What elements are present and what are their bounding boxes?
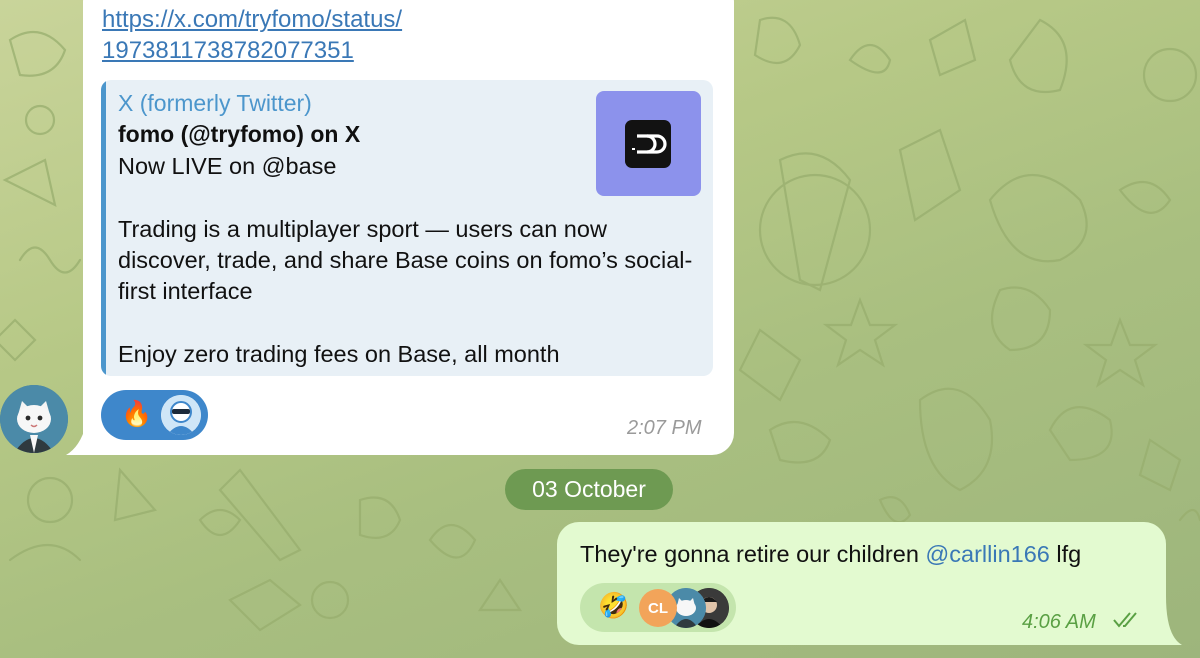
outgoing-message-text: They're gonna retire our children @carll… <box>580 541 1081 568</box>
preview-site-name: X (formerly Twitter) <box>118 90 312 116</box>
message-text-start: They're gonna retire our children <box>580 541 926 567</box>
outgoing-timestamp: 4:06 AM <box>1022 611 1096 633</box>
incoming-timestamp: 2:07 PM <box>627 417 702 439</box>
cat-avatar-icon[interactable] <box>0 385 68 453</box>
link-preview-card[interactable]: X (formerly Twitter) fomo (@tryfomo) on … <box>101 80 713 376</box>
rofl-emoji: 🤣 <box>598 592 630 620</box>
preview-accent-bar <box>101 80 106 376</box>
tweet-link-line2[interactable]: 1973811738782077351 <box>102 37 354 65</box>
double-check-icon <box>1113 612 1137 628</box>
fire-emoji: 🔥 <box>121 400 153 428</box>
user-mention-link[interactable]: @carllin166 <box>925 541 1049 567</box>
reactor-avatar-icon <box>161 395 201 435</box>
outgoing-reactions[interactable]: 🤣 CL <box>580 583 736 632</box>
outgoing-bubble-tail <box>1160 596 1182 645</box>
date-separator: 03 October <box>505 469 673 510</box>
fomo-logo-icon <box>625 120 671 168</box>
incoming-reactions[interactable]: 🔥 <box>101 390 208 440</box>
preview-title: fomo (@tryfomo) on X <box>118 121 361 147</box>
message-text-end: lfg <box>1049 541 1082 567</box>
preview-thumbnail[interactable] <box>596 91 701 196</box>
tweet-link-line1[interactable]: https://x.com/tryfomo/status/ <box>102 6 402 34</box>
reactor-initials-badge: CL <box>639 589 677 627</box>
